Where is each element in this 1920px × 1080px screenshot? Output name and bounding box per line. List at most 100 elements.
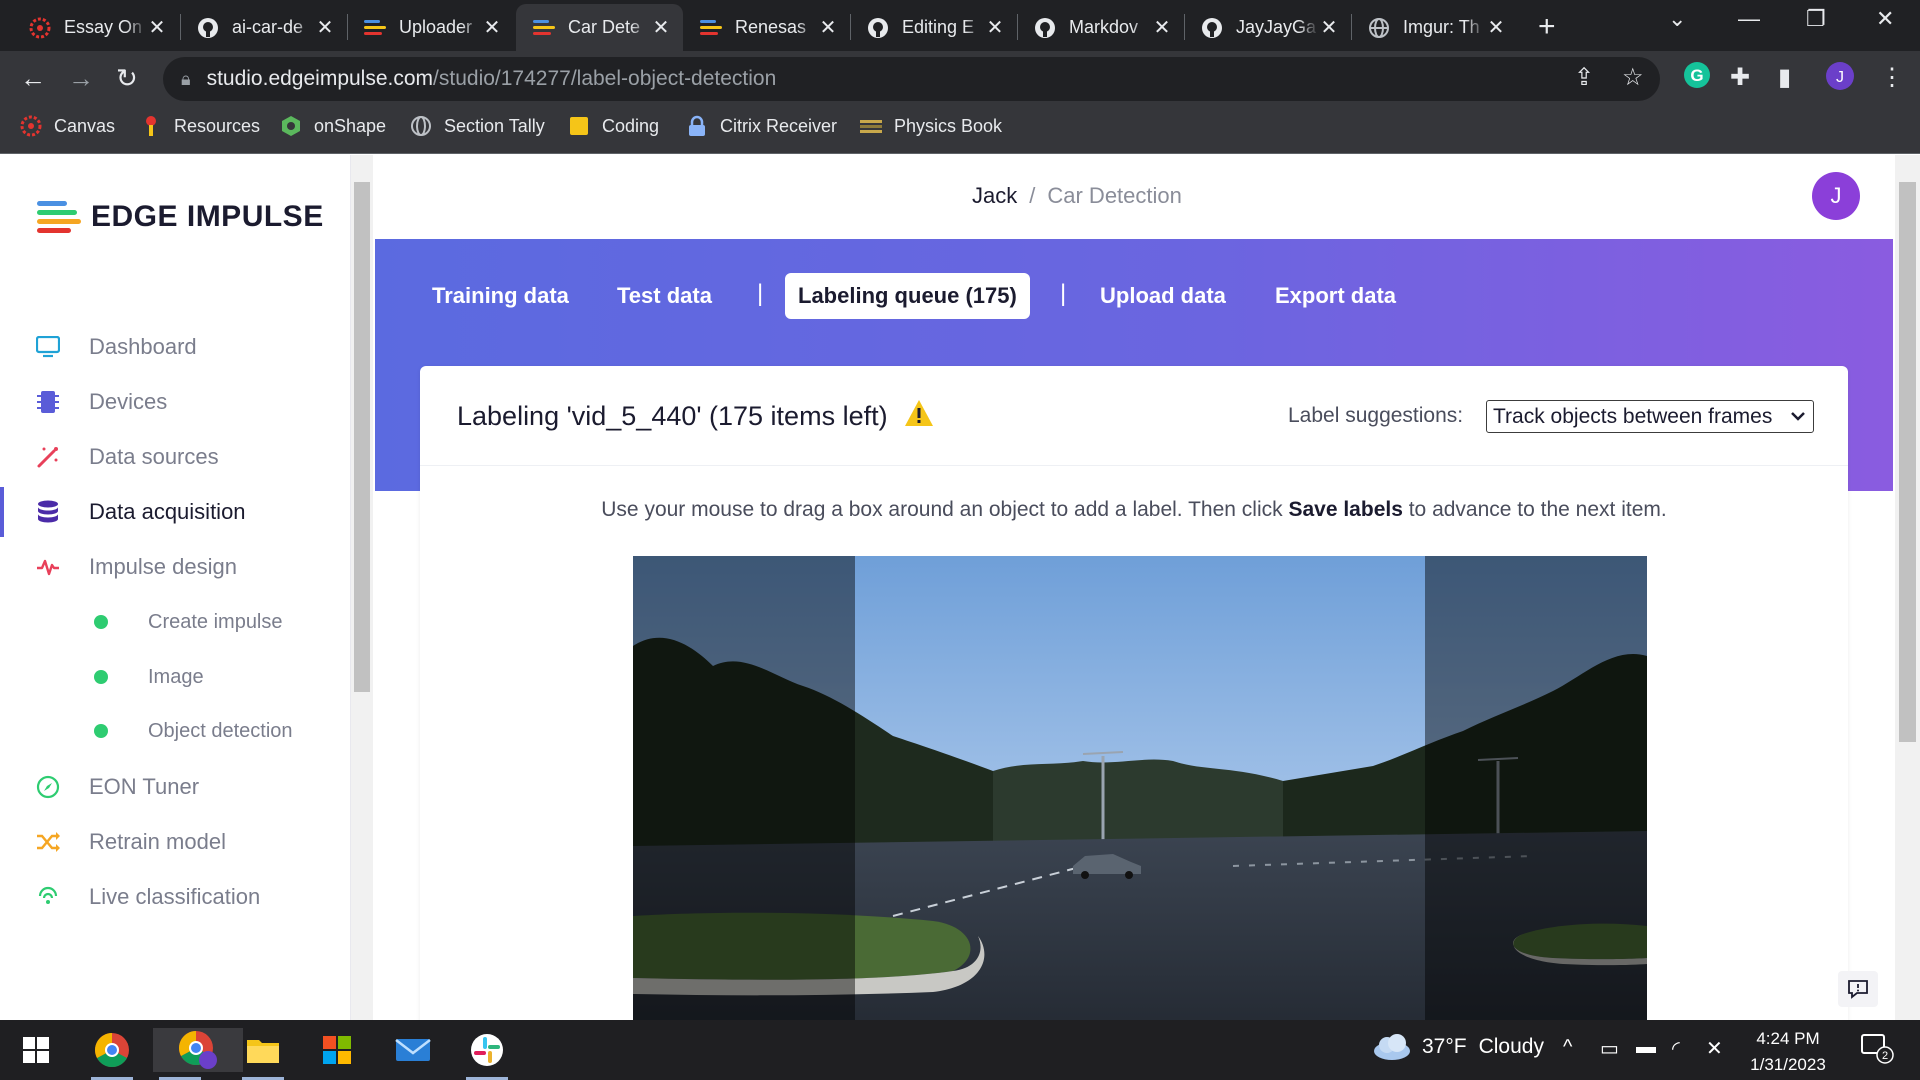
label-suggestions-select[interactable]: Track objects between frames xyxy=(1486,400,1814,433)
browser-tab[interactable]: ai-car-de ✕ xyxy=(180,4,347,51)
taskbar-store[interactable] xyxy=(310,1028,364,1072)
browser-tab[interactable]: Editing E ✕ xyxy=(850,4,1017,51)
volume-muted-icon[interactable]: ✕ xyxy=(1706,1036,1723,1061)
tab-upload-data[interactable]: Upload data xyxy=(1100,283,1226,309)
tab-title: Imgur: Th xyxy=(1403,17,1480,37)
feedback-button[interactable] xyxy=(1838,971,1878,1007)
browser-tab[interactable]: Uploader ✕ xyxy=(347,4,514,51)
user-avatar[interactable]: J xyxy=(1812,172,1860,220)
weather-text: Cloudy xyxy=(1478,1035,1544,1058)
bookmark-label: onShape xyxy=(314,115,387,136)
wand-icon xyxy=(35,444,61,470)
folder-icon xyxy=(247,1040,279,1063)
tab-training-data[interactable]: Training data xyxy=(432,283,569,309)
taskbar-file-explorer[interactable] xyxy=(236,1028,290,1080)
labeling-image-canvas[interactable] xyxy=(633,556,1647,1020)
hint-save-labels: Save labels xyxy=(1288,498,1403,521)
brand-name: EDGE IMPULSE xyxy=(91,200,324,233)
browser-tab-active[interactable]: Car Dete ✕ xyxy=(516,4,683,51)
bookmark-citrix[interactable]: Citrix Receiver xyxy=(686,115,837,137)
reload-button[interactable]: ↻ xyxy=(116,63,138,94)
grammarly-icon[interactable]: G xyxy=(1683,61,1711,96)
warning-icon[interactable] xyxy=(904,399,934,434)
address-bar[interactable]: 🔒︎ studio.edgeimpulse.com/studio/174277/… xyxy=(163,57,1660,101)
browser-tab[interactable]: Imgur: Th ✕ xyxy=(1351,4,1518,51)
restore-button[interactable]: ❐ xyxy=(1806,6,1826,32)
tab-close-icon[interactable]: ✕ xyxy=(147,15,167,40)
sidebar-item-retrain-model[interactable]: Retrain model xyxy=(0,817,350,867)
taskbar-slack[interactable] xyxy=(460,1028,514,1080)
back-button[interactable]: ← xyxy=(20,63,46,94)
minimize-button[interactable]: — xyxy=(1738,6,1760,32)
sidebar-item-impulse-design[interactable]: Impulse design xyxy=(0,542,350,592)
status-dot-icon xyxy=(94,615,108,629)
tab-close-icon[interactable]: ✕ xyxy=(818,15,838,40)
sidebar-item-devices[interactable]: Devices xyxy=(0,377,350,427)
notifications-icon[interactable]: 2 xyxy=(1860,1032,1894,1070)
sidebar-scroll-thumb[interactable] xyxy=(354,182,370,692)
sidebar-subitem-create-impulse[interactable]: Create impulse xyxy=(0,602,350,642)
bookmark-canvas[interactable]: Canvas xyxy=(20,115,115,137)
tab-close-icon[interactable]: ✕ xyxy=(315,15,335,40)
tab-title: Uploader xyxy=(399,17,473,37)
notification-count: 2 xyxy=(1882,1050,1888,1062)
weather-widget[interactable]: 37°F Cloudy xyxy=(1372,1034,1544,1060)
sidebar-subitem-label: Create impulse xyxy=(148,610,283,633)
side-panel-icon[interactable]: ▮ xyxy=(1778,63,1791,92)
sidebar-item-live-classification[interactable]: Live classification xyxy=(0,872,350,922)
bookmark-physics-book[interactable]: Physics Book xyxy=(860,115,1002,137)
bookmark-label: Physics Book xyxy=(894,115,1003,136)
breadcrumb-user[interactable]: Jack xyxy=(972,183,1017,208)
bookmark-onshape[interactable]: onShape xyxy=(280,115,386,137)
tab-search-icon[interactable]: ⌄ xyxy=(1668,6,1686,32)
tray-overflow-icon[interactable]: ^ xyxy=(1563,1036,1572,1059)
canvas-icon xyxy=(28,16,52,40)
new-tab-button[interactable]: + xyxy=(1538,10,1556,44)
sidebar-subitem-image[interactable]: Image xyxy=(0,657,350,697)
globe-icon xyxy=(1367,16,1391,40)
taskbar-chrome-profile[interactable] xyxy=(153,1028,243,1080)
breadcrumb: Jack / Car Detection xyxy=(972,183,1182,208)
tab-export-data[interactable]: Export data xyxy=(1275,283,1396,309)
sidebar-item-eon-tuner[interactable]: EON Tuner xyxy=(0,762,350,812)
extensions-icon[interactable]: ✚ xyxy=(1730,63,1750,92)
tab-close-icon[interactable]: ✕ xyxy=(1152,15,1172,40)
breadcrumb-project[interactable]: Car Detection xyxy=(1047,183,1182,208)
bookmark-coding[interactable]: Coding xyxy=(568,115,659,137)
browser-tab[interactable]: JayJayGa ✕ xyxy=(1184,4,1351,51)
sidebar-item-data-sources[interactable]: Data sources xyxy=(0,432,350,482)
tab-close-icon[interactable]: ✕ xyxy=(1486,15,1506,40)
profile-avatar[interactable]: J xyxy=(1825,61,1855,98)
wifi-icon[interactable]: ◜ xyxy=(1672,1036,1680,1061)
tab-close-icon[interactable]: ✕ xyxy=(1319,15,1339,40)
taskbar-clock[interactable]: 4:24 PM 1/31/2023 xyxy=(1738,1026,1838,1078)
close-window-button[interactable]: ✕ xyxy=(1876,6,1894,32)
page-scroll-thumb[interactable] xyxy=(1899,182,1916,742)
mail-icon xyxy=(395,1039,431,1061)
forward-button[interactable]: → xyxy=(68,63,94,94)
tab-close-icon[interactable]: ✕ xyxy=(482,15,502,40)
github-icon xyxy=(866,16,890,40)
star-icon[interactable]: ☆ xyxy=(1622,63,1644,92)
meet-now-icon[interactable]: ▭ xyxy=(1600,1036,1619,1061)
sidebar-item-dashboard[interactable]: Dashboard xyxy=(0,322,350,372)
bookmark-resources[interactable]: Resources xyxy=(140,115,260,137)
sidebar-subitem-object-detection[interactable]: Object detection xyxy=(0,711,350,751)
tab-test-data[interactable]: Test data xyxy=(617,283,712,309)
browser-tab[interactable]: Renesas ✕ xyxy=(683,4,850,51)
start-button[interactable] xyxy=(9,1028,63,1072)
bookmark-section-tally[interactable]: Section Tally xyxy=(410,115,545,137)
share-icon[interactable]: ⇪ xyxy=(1574,63,1594,92)
tab-close-icon[interactable]: ✕ xyxy=(985,15,1005,40)
tab-close-icon[interactable]: ✕ xyxy=(651,15,671,40)
tab-labeling-queue[interactable]: Labeling queue (175) xyxy=(785,273,1030,319)
edge-impulse-logo[interactable]: EDGE IMPULSE xyxy=(37,200,324,234)
browser-tab[interactable]: Markdov ✕ xyxy=(1017,4,1184,51)
menu-icon[interactable]: ⋮ xyxy=(1880,63,1904,92)
hint-text-end: to advance to the next item. xyxy=(1402,498,1667,521)
browser-tab[interactable]: Essay On ✕ xyxy=(12,4,179,51)
taskbar-chrome[interactable] xyxy=(85,1028,139,1080)
battery-icon[interactable]: ▬ xyxy=(1636,1036,1656,1059)
taskbar-mail[interactable] xyxy=(386,1028,440,1072)
sidebar-item-data-acquisition[interactable]: Data acquisition xyxy=(0,487,350,537)
